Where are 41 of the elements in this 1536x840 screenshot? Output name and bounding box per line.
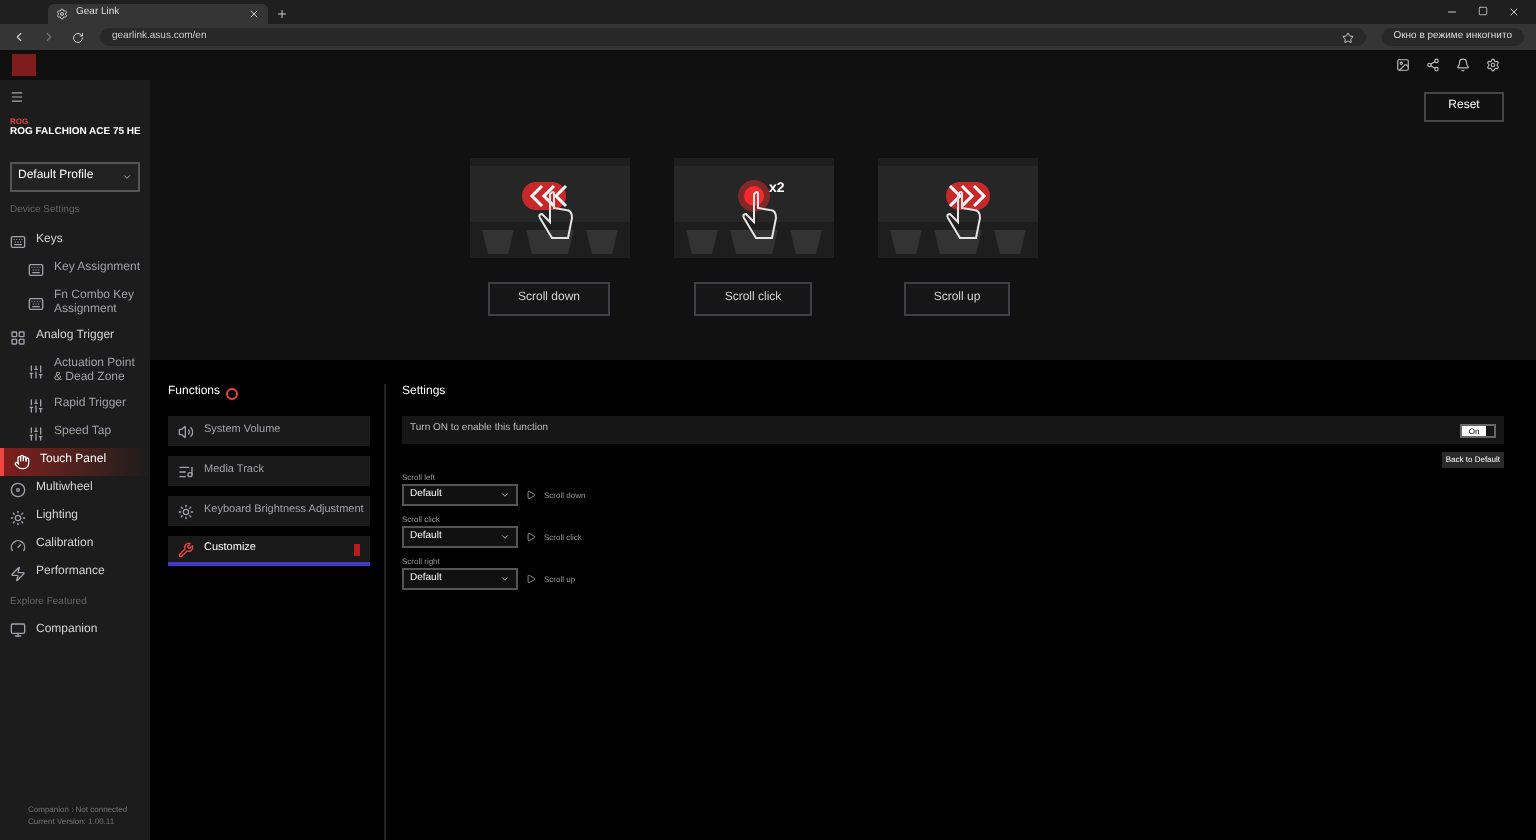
bell-icon[interactable] [1456,58,1470,72]
menu-icon[interactable] [10,90,24,104]
sliders-icon [28,397,44,413]
sliders-icon [28,425,44,441]
close-icon[interactable] [248,8,260,20]
settings-icon[interactable] [1486,58,1500,72]
keyboard-icon [28,261,44,277]
sun-icon [178,503,194,519]
sliders-icon [28,363,44,379]
reload-icon[interactable] [72,31,84,43]
share-icon[interactable] [1426,58,1440,72]
gear-icon [56,8,68,20]
keyboard-icon [10,233,26,249]
sun-icon [10,509,26,525]
image-icon[interactable] [1396,58,1410,72]
close-icon[interactable] [1508,6,1520,18]
grid-icon [10,329,26,345]
caret-icon [122,172,132,182]
play-icon[interactable] [526,574,536,584]
app-logo [12,54,36,76]
play-icon[interactable] [526,490,536,500]
back-icon[interactable] [12,30,26,44]
speaker-icon [178,423,194,439]
star-icon[interactable] [1341,31,1354,43]
caret-icon [500,490,510,500]
info-icon [226,387,239,399]
new-tab-icon[interactable] [276,8,288,20]
keyboard-icon [28,295,44,311]
caret-icon [500,532,510,542]
minimize-icon[interactable] [1446,6,1458,18]
forward-icon[interactable] [42,30,56,44]
lightning-icon [10,565,26,581]
hand-icon [14,453,30,469]
monitor-icon [10,622,26,638]
gauge-icon [10,537,26,553]
caret-icon [500,574,510,584]
list-icon [178,463,194,479]
play-icon[interactable] [526,532,536,542]
wrench-icon [178,541,194,557]
disc-icon [10,481,26,497]
maximize-icon[interactable] [1478,6,1488,16]
